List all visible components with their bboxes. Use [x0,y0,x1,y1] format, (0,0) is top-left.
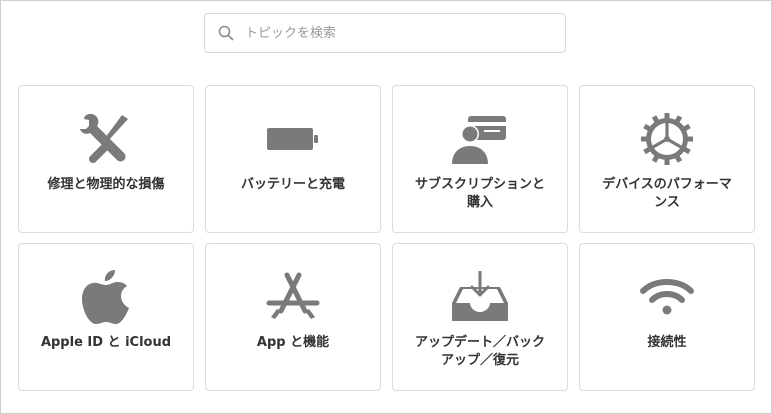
topic-tile-apps[interactable]: App と機能 [205,243,381,391]
topic-label: バッテリーと充電 [240,177,345,192]
search-icon [217,24,235,42]
topic-tile-connectivity[interactable]: 接続性 [579,243,755,391]
download-tray-icon [393,268,567,326]
topic-tile-update-backup[interactable]: アップデート／バック アップ／復元 [392,243,568,391]
page-frame: 修理と物理的な損傷 バッテリーと充電 [0,0,772,414]
apple-logo-icon [19,268,193,326]
search-bar[interactable] [204,13,566,53]
wifi-icon [580,268,754,326]
topic-label: Apple ID と iCloud [40,335,172,350]
gear-icon [580,110,754,168]
topic-label: アップデート／バック アップ／復元 [414,335,545,368]
topic-label: 接続性 [647,335,687,350]
topic-tile-battery[interactable]: バッテリーと充電 [205,85,381,233]
subscription-person-card-icon [393,110,567,168]
topic-label: App と機能 [256,335,330,350]
topic-grid: 修理と物理的な損傷 バッテリーと充電 サブスクリプションと 購入 デバイスのパフ… [18,85,755,391]
search-input[interactable] [243,17,547,49]
topic-tile-apple-id[interactable]: Apple ID と iCloud [18,243,194,391]
topic-label: 修理と物理的な損傷 [47,177,165,192]
app-store-icon [206,268,380,326]
topic-tile-subscriptions[interactable]: サブスクリプションと 購入 [392,85,568,233]
battery-icon [206,110,380,168]
topic-label: サブスクリプションと 購入 [414,177,545,210]
topic-tile-repair[interactable]: 修理と物理的な損傷 [18,85,194,233]
topic-tile-performance[interactable]: デバイスのパフォーマ ンス [579,85,755,233]
topic-label: デバイスのパフォーマ ンス [602,177,732,210]
repair-tools-icon [19,110,193,168]
